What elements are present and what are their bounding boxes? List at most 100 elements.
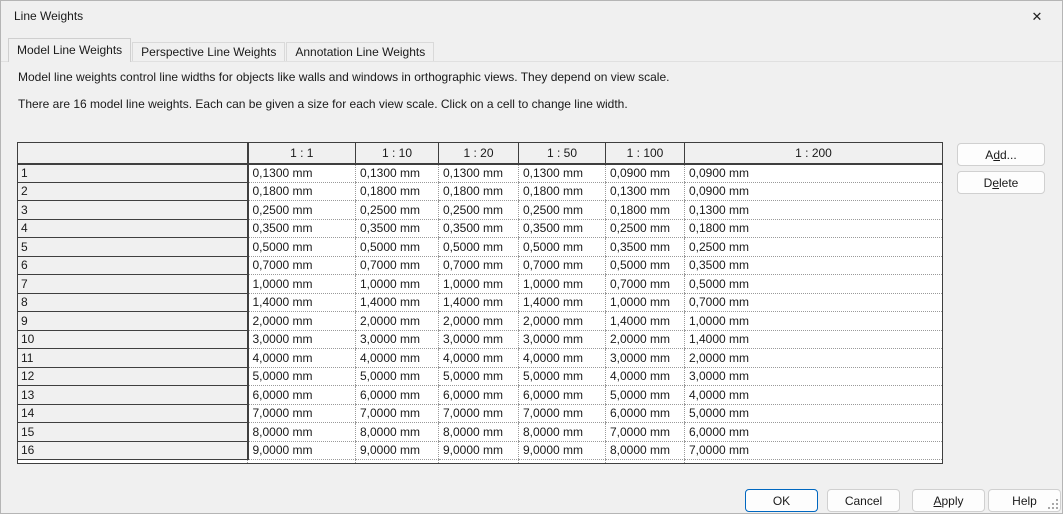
weight-cell[interactable]: 0,0900 mm bbox=[606, 164, 685, 183]
row-header-cell[interactable]: 10 bbox=[18, 330, 248, 349]
weight-cell[interactable]: 0,1300 mm bbox=[439, 164, 519, 183]
weight-cell[interactable]: 2,0000 mm bbox=[685, 349, 943, 368]
weight-cell[interactable]: 8,0000 mm bbox=[606, 441, 685, 460]
weight-cell[interactable]: 0,1800 mm bbox=[439, 182, 519, 201]
weight-cell[interactable]: 5,0000 mm bbox=[356, 367, 439, 386]
row-header-cell[interactable]: 6 bbox=[18, 256, 248, 275]
row-header-cell[interactable]: 5 bbox=[18, 238, 248, 257]
weight-cell[interactable]: 9,0000 mm bbox=[248, 441, 356, 460]
weight-cell[interactable]: 0,3500 mm bbox=[519, 219, 606, 238]
tab-annotation-line-weights[interactable]: Annotation Line Weights bbox=[286, 42, 434, 61]
resize-grip[interactable] bbox=[1047, 498, 1058, 509]
row-header-cell[interactable]: 7 bbox=[18, 275, 248, 294]
weight-cell[interactable]: 0,5000 mm bbox=[685, 275, 943, 294]
weight-cell[interactable]: 0,5000 mm bbox=[439, 238, 519, 257]
weight-cell[interactable]: 9,0000 mm bbox=[519, 441, 606, 460]
tab-model-line-weights[interactable]: Model Line Weights bbox=[8, 38, 131, 62]
weight-cell[interactable]: 4,0000 mm bbox=[519, 349, 606, 368]
cancel-button[interactable]: Cancel bbox=[827, 489, 900, 512]
weight-cell[interactable]: 2,0000 mm bbox=[248, 312, 356, 331]
weight-cell[interactable]: 9,0000 mm bbox=[439, 441, 519, 460]
weight-cell[interactable]: 0,1800 mm bbox=[685, 219, 943, 238]
weight-cell[interactable]: 1,4000 mm bbox=[685, 330, 943, 349]
weight-cell[interactable]: 0,1300 mm bbox=[519, 164, 606, 183]
weight-cell[interactable]: 4,0000 mm bbox=[685, 386, 943, 405]
tab-perspective-line-weights[interactable]: Perspective Line Weights bbox=[132, 42, 285, 61]
weight-cell[interactable]: 0,0900 mm bbox=[685, 164, 943, 183]
weight-cell[interactable]: 9,0000 mm bbox=[356, 441, 439, 460]
weight-cell[interactable]: 1,0000 mm bbox=[519, 275, 606, 294]
weight-cell[interactable]: 7,0000 mm bbox=[248, 404, 356, 423]
weight-cell[interactable]: 2,0000 mm bbox=[439, 312, 519, 331]
add-button[interactable]: Add... bbox=[957, 143, 1045, 166]
delete-button[interactable]: Delete bbox=[957, 171, 1045, 194]
weight-cell[interactable]: 4,0000 mm bbox=[356, 349, 439, 368]
weight-cell[interactable]: 0,2500 mm bbox=[519, 201, 606, 220]
weight-cell[interactable]: 0,5000 mm bbox=[248, 238, 356, 257]
row-header-cell[interactable]: 2 bbox=[18, 182, 248, 201]
weight-cell[interactable]: 0,7000 mm bbox=[685, 293, 943, 312]
close-button[interactable]: ✕ bbox=[1020, 5, 1054, 29]
row-header-cell[interactable]: 8 bbox=[18, 293, 248, 312]
weight-cell[interactable]: 0,3500 mm bbox=[356, 219, 439, 238]
weight-cell[interactable]: 8,0000 mm bbox=[356, 423, 439, 442]
weight-cell[interactable]: 5,0000 mm bbox=[685, 404, 943, 423]
weight-cell[interactable]: 0,5000 mm bbox=[606, 256, 685, 275]
weight-cell[interactable]: 0,2500 mm bbox=[248, 201, 356, 220]
row-header-cell[interactable]: 12 bbox=[18, 367, 248, 386]
row-header-cell[interactable]: 9 bbox=[18, 312, 248, 331]
weight-cell[interactable]: 4,0000 mm bbox=[439, 349, 519, 368]
row-header-cell[interactable]: 16 bbox=[18, 441, 248, 460]
row-header-cell[interactable]: 15 bbox=[18, 423, 248, 442]
weight-cell[interactable]: 0,3500 mm bbox=[685, 256, 943, 275]
weight-cell[interactable]: 0,2500 mm bbox=[685, 238, 943, 257]
row-header-cell[interactable]: 4 bbox=[18, 219, 248, 238]
row-header-cell[interactable]: 1 bbox=[18, 164, 248, 183]
weight-cell[interactable]: 5,0000 mm bbox=[606, 386, 685, 405]
weight-cell[interactable]: 0,2500 mm bbox=[439, 201, 519, 220]
weight-cell[interactable]: 0,5000 mm bbox=[519, 238, 606, 257]
weight-cell[interactable]: 1,4000 mm bbox=[439, 293, 519, 312]
weight-cell[interactable]: 7,0000 mm bbox=[606, 423, 685, 442]
weight-cell[interactable]: 6,0000 mm bbox=[356, 386, 439, 405]
weight-cell[interactable]: 0,3500 mm bbox=[248, 219, 356, 238]
weight-cell[interactable]: 0,7000 mm bbox=[248, 256, 356, 275]
weight-cell[interactable]: 6,0000 mm bbox=[439, 386, 519, 405]
weight-cell[interactable]: 4,0000 mm bbox=[248, 349, 356, 368]
weight-cell[interactable]: 0,7000 mm bbox=[519, 256, 606, 275]
weight-cell[interactable]: 0,7000 mm bbox=[356, 256, 439, 275]
row-header-cell[interactable]: 14 bbox=[18, 404, 248, 423]
weight-cell[interactable]: 0,1800 mm bbox=[356, 182, 439, 201]
weight-cell[interactable]: 1,0000 mm bbox=[606, 293, 685, 312]
weight-cell[interactable]: 6,0000 mm bbox=[606, 404, 685, 423]
weight-cell[interactable]: 1,4000 mm bbox=[356, 293, 439, 312]
weight-cell[interactable]: 3,0000 mm bbox=[248, 330, 356, 349]
ok-button[interactable]: OK bbox=[745, 489, 818, 512]
weight-cell[interactable]: 0,1300 mm bbox=[356, 164, 439, 183]
weight-cell[interactable]: 6,0000 mm bbox=[248, 386, 356, 405]
weight-cell[interactable]: 1,4000 mm bbox=[248, 293, 356, 312]
weight-cell[interactable]: 6,0000 mm bbox=[519, 386, 606, 405]
weight-cell[interactable]: 0,3500 mm bbox=[606, 238, 685, 257]
weight-cell[interactable]: 7,0000 mm bbox=[685, 441, 943, 460]
weight-cell[interactable]: 1,0000 mm bbox=[356, 275, 439, 294]
weight-cell[interactable]: 1,0000 mm bbox=[248, 275, 356, 294]
weight-cell[interactable]: 0,2500 mm bbox=[606, 219, 685, 238]
weight-cell[interactable]: 3,0000 mm bbox=[439, 330, 519, 349]
row-header-cell[interactable]: 3 bbox=[18, 201, 248, 220]
weight-cell[interactable]: 3,0000 mm bbox=[685, 367, 943, 386]
weight-cell[interactable]: 0,5000 mm bbox=[356, 238, 439, 257]
apply-button[interactable]: Apply bbox=[912, 489, 985, 512]
weight-cell[interactable]: 0,1300 mm bbox=[685, 201, 943, 220]
weight-cell[interactable]: 6,0000 mm bbox=[685, 423, 943, 442]
weight-cell[interactable]: 0,1300 mm bbox=[606, 182, 685, 201]
weight-cell[interactable]: 3,0000 mm bbox=[606, 349, 685, 368]
weight-cell[interactable]: 1,0000 mm bbox=[439, 275, 519, 294]
weight-cell[interactable]: 7,0000 mm bbox=[519, 404, 606, 423]
weight-cell[interactable]: 0,1800 mm bbox=[248, 182, 356, 201]
weight-cell[interactable]: 7,0000 mm bbox=[356, 404, 439, 423]
weight-cell[interactable]: 0,1300 mm bbox=[248, 164, 356, 183]
row-header-cell[interactable]: 11 bbox=[18, 349, 248, 368]
weight-cell[interactable]: 1,0000 mm bbox=[685, 312, 943, 331]
weight-cell[interactable]: 4,0000 mm bbox=[606, 367, 685, 386]
